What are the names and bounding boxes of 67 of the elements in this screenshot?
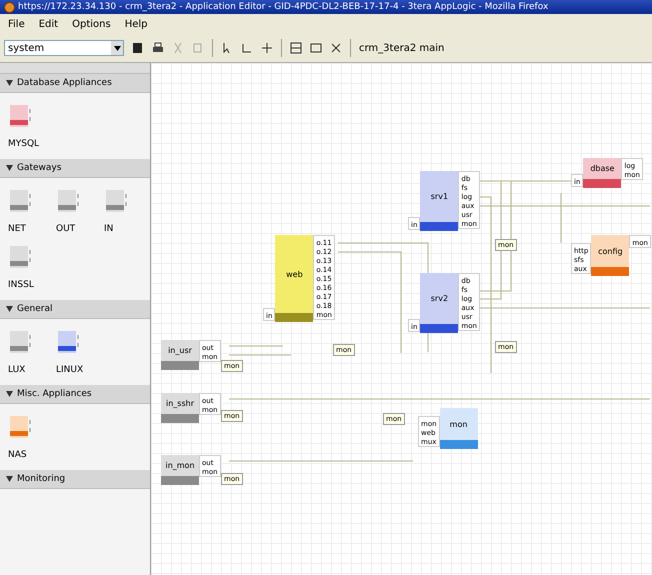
- connector-line: [228, 354, 292, 356]
- node-footer: [420, 222, 458, 231]
- appliance-label: INSSL: [8, 280, 34, 290]
- expanded-icon: [6, 80, 13, 86]
- appliance-label: NET: [8, 224, 26, 234]
- node-footer: [420, 324, 458, 333]
- caret-icon: [114, 46, 120, 50]
- browser-icon: [4, 2, 15, 12]
- node-footer: [161, 476, 199, 485]
- node-label: in_sshr: [165, 398, 195, 410]
- frame-icon[interactable]: [310, 42, 322, 54]
- breadcrumb: crm_3tera2 main: [359, 42, 444, 54]
- appliance-node[interactable]: srv1: [420, 171, 458, 231]
- section-title: Misc. Appliances: [17, 389, 92, 399]
- expanded-icon: [6, 165, 13, 171]
- appliance-node[interactable]: mon: [440, 408, 478, 449]
- appliance-label: MYSQL: [8, 139, 40, 149]
- node-label: web: [285, 268, 304, 280]
- save-icon[interactable]: [132, 42, 144, 54]
- appliance-node[interactable]: in_usr: [161, 340, 199, 370]
- node-footer: [275, 313, 314, 322]
- menu-item[interactable]: Edit: [38, 18, 58, 30]
- menu-item[interactable]: File: [8, 18, 25, 30]
- window-title: https://172.23.34.130 - crm_3tera2 - Application Editor - GID-4PDC-DL2-BEB-17-17-4 - 3tera AppLogic - Mozilla Firefox: [18, 2, 548, 12]
- expanded-icon: [6, 306, 13, 312]
- section-header[interactable]: General: [0, 300, 150, 319]
- close-icon[interactable]: [330, 42, 342, 54]
- node-label: srv1: [430, 191, 450, 203]
- node-footer: [161, 414, 199, 423]
- catalog-dropdown[interactable]: system: [4, 40, 124, 56]
- node-label: in_usr: [167, 345, 193, 357]
- section-title: Database Appliances: [17, 78, 112, 88]
- node-footer: [583, 179, 622, 188]
- node-footer: [591, 267, 630, 276]
- appliance-label: LUX: [8, 365, 26, 375]
- section-title: General: [17, 304, 52, 314]
- appliance-label: OUT: [56, 224, 76, 234]
- appliance-label: LINUX: [56, 365, 84, 375]
- appliance-label: IN: [104, 224, 114, 234]
- section-title: Monitoring: [17, 474, 66, 484]
- section-header[interactable]: Monitoring: [0, 470, 150, 489]
- appliance-node[interactable]: in_mon: [161, 455, 199, 485]
- section-header[interactable]: Misc. Appliances: [0, 385, 150, 404]
- node-label: srv2: [430, 293, 450, 305]
- menu-item[interactable]: Options: [72, 18, 111, 30]
- node-footer: [440, 440, 478, 449]
- appliance-label: NAS: [8, 450, 27, 460]
- node-label: dbase: [589, 163, 616, 175]
- section-header[interactable]: Gateways: [0, 159, 150, 178]
- node-label: mon: [448, 418, 468, 430]
- expanded-icon: [6, 476, 13, 482]
- expanded-icon: [6, 391, 13, 397]
- appliance-node[interactable]: web: [275, 235, 314, 322]
- plus-icon[interactable]: [261, 42, 273, 54]
- print-icon[interactable]: [152, 42, 164, 54]
- appliance-node[interactable]: config: [591, 235, 630, 276]
- section-title: Gateways: [17, 163, 62, 173]
- grid-icon[interactable]: [290, 42, 302, 54]
- appliance-node[interactable]: srv2: [420, 273, 458, 333]
- connect-icon[interactable]: [241, 42, 253, 54]
- section-header[interactable]: Database Appliances: [0, 74, 150, 93]
- appliance-node[interactable]: in_sshr: [161, 393, 199, 423]
- appliance-node[interactable]: dbase: [583, 158, 622, 188]
- node-footer: [161, 361, 199, 370]
- node-label: config: [597, 246, 624, 258]
- menu-item[interactable]: Help: [124, 18, 148, 30]
- node-label: in_mon: [164, 460, 196, 472]
